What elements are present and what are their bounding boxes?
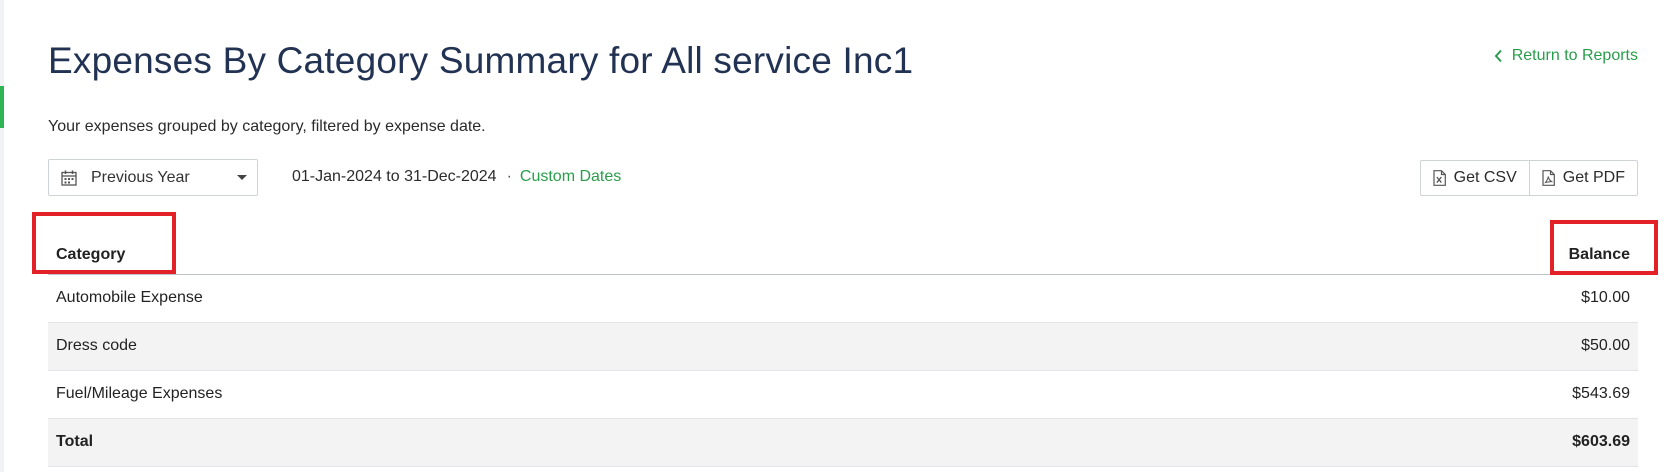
row-balance: $50.00 bbox=[1164, 322, 1638, 371]
caret-down-icon bbox=[237, 175, 247, 180]
get-csv-button[interactable]: Get CSV bbox=[1421, 161, 1529, 195]
row-category: Automobile Expense bbox=[48, 274, 1165, 323]
date-range-text: 01-Jan-2024 to 31-Dec-2024 bbox=[292, 168, 497, 185]
period-dropdown[interactable]: Previous Year bbox=[48, 159, 258, 196]
return-link-label: Return to Reports bbox=[1511, 47, 1638, 64]
expenses-table: Category Balance Automobile Expense $10.… bbox=[48, 222, 1638, 467]
total-row: Total $603.69 bbox=[48, 418, 1638, 467]
page-title: Expenses By Category Summary for All ser… bbox=[48, 40, 914, 81]
file-csv-icon bbox=[1433, 170, 1446, 186]
row-balance: $10.00 bbox=[1164, 274, 1638, 323]
table-header-row: Category Balance bbox=[48, 222, 1638, 275]
column-header-category: Category bbox=[48, 222, 1165, 275]
return-to-reports-link[interactable]: Return to Reports bbox=[1494, 47, 1638, 65]
page-subtitle: Your expenses grouped by category, filte… bbox=[48, 118, 486, 135]
nav-active-indicator bbox=[0, 86, 4, 128]
balance-header-highlight bbox=[1550, 220, 1658, 275]
total-value: $603.69 bbox=[1164, 418, 1638, 467]
get-pdf-label: Get PDF bbox=[1562, 169, 1625, 186]
table-row: Fuel/Mileage Expenses $543.69 bbox=[48, 370, 1638, 419]
period-selected-value: Previous Year bbox=[91, 168, 190, 186]
category-header-highlight bbox=[32, 212, 176, 274]
table-row: Dress code $50.00 bbox=[48, 322, 1638, 371]
file-pdf-icon bbox=[1542, 170, 1555, 186]
row-category: Fuel/Mileage Expenses bbox=[48, 370, 1165, 419]
date-range-separator: · bbox=[506, 168, 512, 185]
custom-dates-link[interactable]: Custom Dates bbox=[520, 168, 621, 186]
calendar-icon bbox=[61, 170, 77, 186]
get-pdf-button[interactable]: Get PDF bbox=[1528, 161, 1637, 195]
date-range: 01-Jan-2024 to 31-Dec-2024 · Custom Date… bbox=[292, 168, 621, 186]
get-csv-label: Get CSV bbox=[1453, 169, 1517, 186]
row-category: Dress code bbox=[48, 322, 1165, 371]
report-page: Expenses By Category Summary for All ser… bbox=[32, 0, 1658, 472]
left-rail bbox=[0, 0, 4, 472]
total-label: Total bbox=[48, 418, 1165, 467]
table-row: Automobile Expense $10.00 bbox=[48, 274, 1638, 323]
export-button-group: Get CSV Get PDF bbox=[1419, 160, 1638, 196]
row-balance: $543.69 bbox=[1164, 370, 1638, 419]
chevron-left-icon bbox=[1494, 49, 1502, 63]
